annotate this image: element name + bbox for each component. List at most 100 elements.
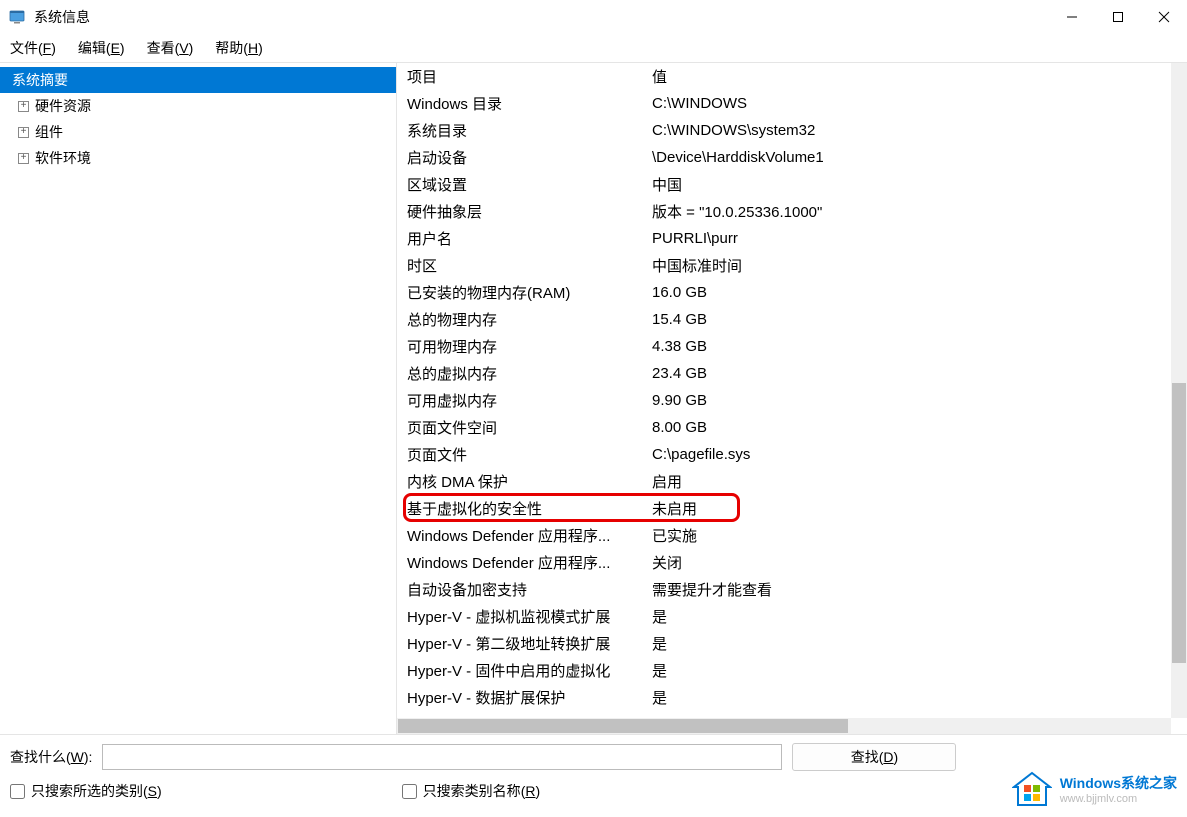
list-item-value: 16.0 GB bbox=[652, 284, 1171, 301]
list-pane[interactable]: 项目 值 Windows 目录C:\WINDOWS系统目录C:\WINDOWS\… bbox=[397, 63, 1187, 734]
tree-software[interactable]: + 软件环境 bbox=[0, 145, 396, 171]
list-row[interactable]: 硬件抽象层版本 = "10.0.25336.1000" bbox=[397, 198, 1171, 225]
tree-software-label: 软件环境 bbox=[35, 148, 91, 168]
list-item-value: 中国 bbox=[652, 174, 1171, 195]
list-item-value: 是 bbox=[652, 633, 1171, 654]
menu-file[interactable]: 文件(F) bbox=[6, 36, 60, 60]
list-row[interactable]: 区域设置中国 bbox=[397, 171, 1171, 198]
tree-pane[interactable]: 系统摘要 + 硬件资源 + 组件 + 软件环境 bbox=[0, 63, 397, 734]
list-item-name: 区域设置 bbox=[407, 174, 652, 195]
list-item-value: C:\WINDOWS bbox=[652, 95, 1171, 112]
list-item-name: 自动设备加密支持 bbox=[407, 579, 652, 600]
app-icon bbox=[8, 8, 26, 26]
list-item-value: 是 bbox=[652, 606, 1171, 627]
list-row[interactable]: 页面文件空间8.00 GB bbox=[397, 414, 1171, 441]
list-item-value: 4.38 GB bbox=[652, 338, 1171, 355]
only-selected-input[interactable] bbox=[10, 784, 25, 799]
list-row[interactable]: Hyper-V - 固件中启用的虚拟化是 bbox=[397, 657, 1171, 684]
search-input[interactable] bbox=[102, 744, 782, 770]
list-item-value: 中国标准时间 bbox=[652, 255, 1171, 276]
list-item-name: 页面文件空间 bbox=[407, 417, 652, 438]
list-row[interactable]: 系统目录C:\WINDOWS\system32 bbox=[397, 117, 1171, 144]
watermark: Windows系统之家 www.bjjmlv.com bbox=[1012, 771, 1177, 807]
list-item-name: 可用虚拟内存 bbox=[407, 390, 652, 411]
expand-icon[interactable]: + bbox=[18, 153, 29, 164]
list-item-value: PURRLI\purr bbox=[652, 230, 1171, 247]
maximize-button[interactable] bbox=[1095, 0, 1141, 34]
list-item-value: 23.4 GB bbox=[652, 365, 1171, 382]
expand-icon[interactable]: + bbox=[18, 101, 29, 112]
list-row[interactable]: Hyper-V - 数据扩展保护是 bbox=[397, 684, 1171, 711]
list-row[interactable]: 页面文件C:\pagefile.sys bbox=[397, 441, 1171, 468]
watermark-logo-icon bbox=[1012, 771, 1052, 807]
only-names-input[interactable] bbox=[402, 784, 417, 799]
list-row[interactable]: 自动设备加密支持需要提升才能查看 bbox=[397, 576, 1171, 603]
list-item-name: 启动设备 bbox=[407, 147, 652, 168]
list-row[interactable]: 内核 DMA 保护启用 bbox=[397, 468, 1171, 495]
vertical-scrollbar[interactable] bbox=[1171, 63, 1187, 718]
list-row[interactable]: 时区中国标准时间 bbox=[397, 252, 1171, 279]
list-row[interactable]: 总的虚拟内存23.4 GB bbox=[397, 360, 1171, 387]
list-item-name: Windows Defender 应用程序... bbox=[407, 525, 652, 546]
list-item-name: 基于虚拟化的安全性 bbox=[407, 498, 652, 519]
find-button[interactable]: 查找(D) bbox=[792, 743, 956, 771]
list-item-value: \Device\HarddiskVolume1 bbox=[652, 149, 1171, 166]
list-row[interactable]: Windows Defender 应用程序...已实施 bbox=[397, 522, 1171, 549]
list-item-name: Windows Defender 应用程序... bbox=[407, 552, 652, 573]
tree-root-label: 系统摘要 bbox=[12, 70, 68, 90]
tree-hardware[interactable]: + 硬件资源 bbox=[0, 93, 396, 119]
list-item-value: 9.90 GB bbox=[652, 392, 1171, 409]
list-item-name: 可用物理内存 bbox=[407, 336, 652, 357]
list-row[interactable]: 用户名PURRLI\purr bbox=[397, 225, 1171, 252]
list-row[interactable]: Hyper-V - 第二级地址转换扩展是 bbox=[397, 630, 1171, 657]
list-item-value: 版本 = "10.0.25336.1000" bbox=[652, 201, 1171, 222]
list-item-name: 用户名 bbox=[407, 228, 652, 249]
list-header[interactable]: 项目 值 bbox=[397, 63, 1171, 90]
titlebar: 系统信息 bbox=[0, 0, 1187, 34]
tree-components[interactable]: + 组件 bbox=[0, 119, 396, 145]
scrollbar-thumb[interactable] bbox=[398, 719, 848, 733]
list-item-value: 8.00 GB bbox=[652, 419, 1171, 436]
list-row[interactable]: 总的物理内存15.4 GB bbox=[397, 306, 1171, 333]
list-item-name: 已安装的物理内存(RAM) bbox=[407, 282, 652, 303]
scrollbar-thumb[interactable] bbox=[1172, 383, 1186, 663]
menu-view[interactable]: 查看(V) bbox=[143, 36, 198, 60]
list-item-value: 需要提升才能查看 bbox=[652, 579, 1171, 600]
list-row[interactable]: 可用虚拟内存9.90 GB bbox=[397, 387, 1171, 414]
list-row[interactable]: Windows 目录C:\WINDOWS bbox=[397, 90, 1171, 117]
expand-icon[interactable]: + bbox=[18, 127, 29, 138]
header-value[interactable]: 值 bbox=[652, 66, 1171, 87]
menu-edit[interactable]: 编辑(E) bbox=[74, 36, 129, 60]
list-item-value: C:\pagefile.sys bbox=[652, 446, 1171, 463]
tree-components-label: 组件 bbox=[35, 122, 63, 142]
close-button[interactable] bbox=[1141, 0, 1187, 34]
minimize-button[interactable] bbox=[1049, 0, 1095, 34]
watermark-url: www.bjjmlv.com bbox=[1060, 793, 1177, 805]
search-area: 查找什么(W): 查找(D) 关闭查找(C) 只搜索所选的类别(S) 只搜索类别… bbox=[0, 734, 1187, 809]
list-row[interactable]: 基于虚拟化的安全性未启用 bbox=[397, 495, 1171, 522]
content-area: 系统摘要 + 硬件资源 + 组件 + 软件环境 项目 值 Windows 目录C… bbox=[0, 62, 1187, 734]
list-item-value: 15.4 GB bbox=[652, 311, 1171, 328]
menubar: 文件(F) 编辑(E) 查看(V) 帮助(H) bbox=[0, 34, 1187, 62]
header-item[interactable]: 项目 bbox=[407, 66, 652, 87]
list-item-name: 系统目录 bbox=[407, 120, 652, 141]
list-item-name: 总的虚拟内存 bbox=[407, 363, 652, 384]
menu-help[interactable]: 帮助(H) bbox=[211, 36, 266, 60]
list-row[interactable]: Hyper-V - 虚拟机监视模式扩展是 bbox=[397, 603, 1171, 630]
list-item-value: 未启用 bbox=[652, 498, 1171, 519]
only-names-checkbox[interactable]: 只搜索类别名称(R) bbox=[402, 781, 540, 801]
list-item-name: Hyper-V - 虚拟机监视模式扩展 bbox=[407, 606, 652, 627]
list-item-name: Hyper-V - 固件中启用的虚拟化 bbox=[407, 660, 652, 681]
watermark-brand: Windows系统之家 bbox=[1060, 773, 1177, 793]
list-item-value: 是 bbox=[652, 660, 1171, 681]
horizontal-scrollbar[interactable] bbox=[397, 718, 1171, 734]
list-row[interactable]: 已安装的物理内存(RAM)16.0 GB bbox=[397, 279, 1171, 306]
list-row[interactable]: 启动设备\Device\HarddiskVolume1 bbox=[397, 144, 1171, 171]
list-item-value: 已实施 bbox=[652, 525, 1171, 546]
list-row[interactable]: Windows Defender 应用程序...关闭 bbox=[397, 549, 1171, 576]
list-row[interactable]: 可用物理内存4.38 GB bbox=[397, 333, 1171, 360]
list-item-name: 页面文件 bbox=[407, 444, 652, 465]
list-item-name: Windows 目录 bbox=[407, 93, 652, 114]
only-selected-checkbox[interactable]: 只搜索所选的类别(S) bbox=[10, 781, 162, 801]
tree-system-summary[interactable]: 系统摘要 bbox=[0, 67, 396, 93]
